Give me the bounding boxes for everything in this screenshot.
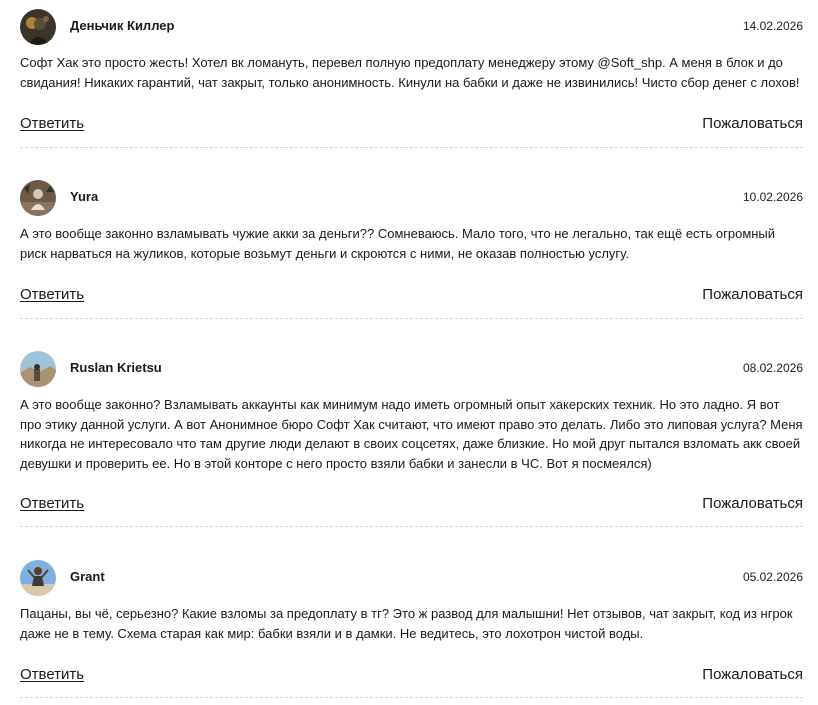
comment-header: Ruslan Krietsu 08.02.2026: [20, 351, 803, 387]
comment-author: Yura: [70, 189, 99, 204]
comment-actions: Ответить Пожаловаться: [20, 115, 803, 135]
comment-divider: [20, 318, 803, 319]
comment-text: А это вообще законно взламывать чужие ак…: [20, 226, 776, 261]
complain-link[interactable]: Пожаловаться: [702, 115, 803, 132]
comment-header: Деньчик Киллер 14.02.2026: [20, 9, 803, 45]
comment-actions: Ответить Пожаловаться: [20, 495, 803, 515]
comment-actions: Ответить Пожаловаться: [20, 286, 803, 306]
comment-divider: [20, 697, 803, 698]
avatar[interactable]: [20, 9, 56, 45]
reply-link[interactable]: Ответить: [20, 666, 84, 683]
complain-link[interactable]: Пожаловаться: [702, 495, 803, 512]
comment-author: Ruslan Krietsu: [70, 360, 162, 375]
comment-text: Пацаны, вы чё, серьезно? Какие взломы за…: [20, 606, 793, 641]
user-avatar-sky-icon: [20, 560, 56, 596]
comment-text: Софт Хак это просто жесть! Хотел вк лома…: [20, 55, 800, 90]
comment-author: Деньчик Киллер: [70, 18, 175, 33]
comment-date: 08.02.2026: [742, 361, 803, 375]
user-avatar-dark-icon: [20, 9, 56, 45]
complain-link[interactable]: Пожаловаться: [702, 666, 803, 683]
reply-link[interactable]: Ответить: [20, 115, 84, 132]
comment: Yura 10.02.2026 А это вообще законно взл…: [20, 180, 803, 319]
comment-divider: [20, 147, 803, 148]
comments-list: Деньчик Киллер 14.02.2026 Софт Хак это п…: [0, 0, 818, 705]
comment-divider: [20, 526, 803, 527]
comment-date: 05.02.2026: [742, 570, 803, 584]
reply-link[interactable]: Ответить: [20, 286, 84, 303]
comment: Grant 05.02.2026 Пацаны, вы чё, серьезно…: [20, 560, 803, 698]
avatar[interactable]: [20, 180, 56, 216]
reply-link[interactable]: Ответить: [20, 495, 84, 512]
comment-actions: Ответить Пожаловаться: [20, 666, 803, 686]
user-avatar-landscape-icon: [20, 351, 56, 387]
comment-author: Grant: [70, 569, 105, 584]
comment-date: 14.02.2026: [742, 19, 803, 33]
comment: Ruslan Krietsu 08.02.2026 А это вообще з…: [20, 351, 803, 527]
comment-header: Grant 05.02.2026: [20, 560, 803, 596]
user-avatar-brown-icon: [20, 180, 56, 216]
complain-link[interactable]: Пожаловаться: [702, 286, 803, 303]
avatar[interactable]: [20, 351, 56, 387]
comment-header: Yura 10.02.2026: [20, 180, 803, 216]
comment-text: А это вообще законно? Взламывать аккаунт…: [20, 397, 803, 471]
avatar[interactable]: [20, 560, 56, 596]
comment: Деньчик Киллер 14.02.2026 Софт Хак это п…: [20, 9, 803, 148]
comment-date: 10.02.2026: [742, 190, 803, 204]
